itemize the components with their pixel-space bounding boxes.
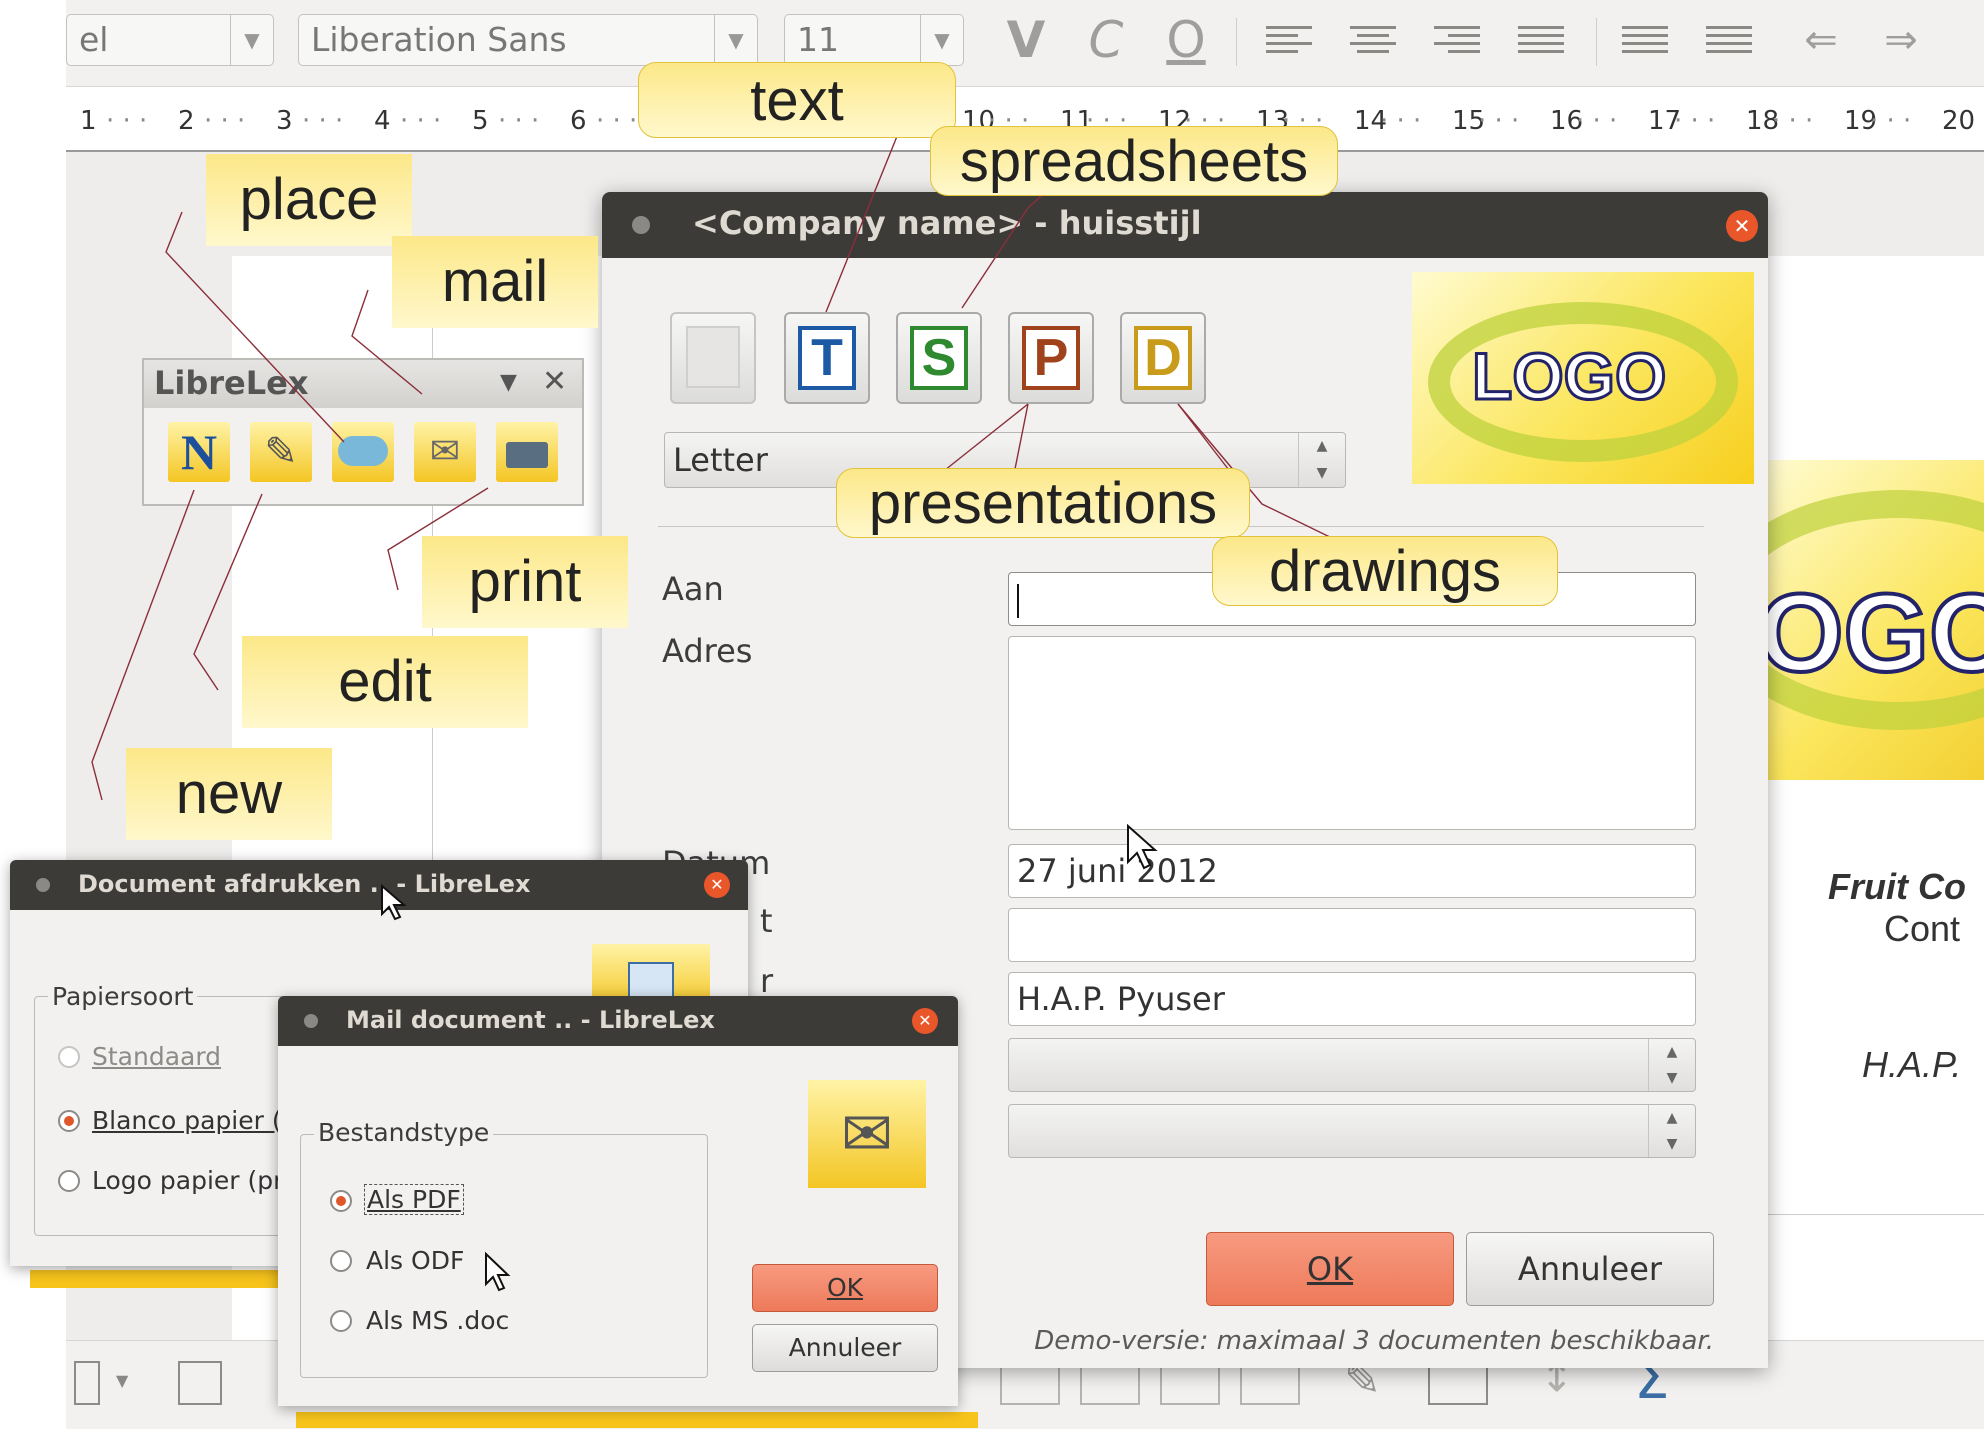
text-callout: text bbox=[638, 62, 956, 138]
presentations-callout: presentations bbox=[836, 468, 1250, 538]
place-connector-line bbox=[165, 211, 345, 443]
presentations-connector-line-a bbox=[939, 403, 1029, 475]
presentations-connector-line-b bbox=[1013, 403, 1029, 475]
print-callout: print bbox=[422, 536, 628, 628]
drawings-callout: drawings bbox=[1212, 536, 1558, 606]
new-callout: new bbox=[126, 748, 332, 840]
drawings-connector-line-b bbox=[1177, 403, 1233, 475]
spreadsheets-callout: spreadsheets bbox=[930, 126, 1338, 196]
mail-callout: mail bbox=[392, 236, 598, 328]
text-connector-line bbox=[825, 113, 907, 313]
place-callout: place bbox=[206, 154, 412, 246]
edit-callout: edit bbox=[242, 636, 528, 728]
